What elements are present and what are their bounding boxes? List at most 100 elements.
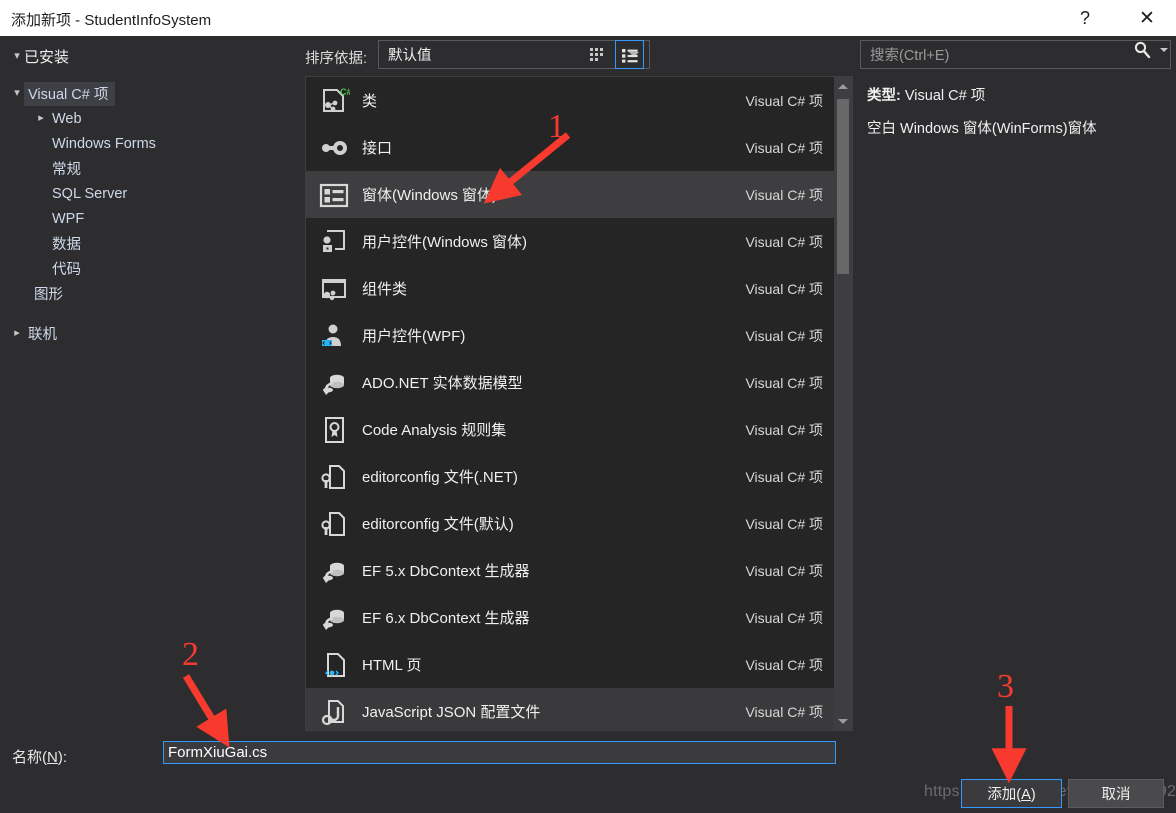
sidebar-item-wpf[interactable]: WPF [52, 206, 84, 231]
help-button[interactable]: ? [1062, 0, 1108, 36]
usercontrol-wpf-icon [306, 312, 362, 359]
list-item-name: EF 6.x DbContext 生成器 [362, 610, 530, 627]
sidebar-item-windows-forms[interactable]: Windows Forms [52, 131, 156, 156]
list-item-kind: Visual C# 项 [745, 280, 823, 297]
close-icon: ✕ [1139, 7, 1155, 29]
list-item-kind: Visual C# 项 [745, 468, 823, 485]
list-item[interactable]: 接口 Visual C# 项 [306, 124, 835, 171]
grid-view-toggle[interactable] [583, 40, 612, 69]
chevron-down-icon [10, 88, 24, 99]
grid-view-icon [590, 47, 603, 61]
list-item-selected[interactable]: 窗体(Windows 窗体) Visual C# 项 [306, 171, 835, 218]
list-item-name: 用户控件(WPF) [362, 328, 466, 345]
ruleset-icon [306, 406, 362, 453]
sidebar-item-general[interactable]: 常规 [52, 156, 81, 181]
search-input[interactable]: 搜索(Ctrl+E) [860, 40, 1171, 69]
winform-icon [306, 171, 362, 218]
list-item[interactable]: ADO.NET 实体数据模型 Visual C# 项 [306, 359, 835, 406]
sidebar-item-online[interactable]: 联机 [10, 321, 57, 346]
add-button[interactable]: 添加(A) [961, 779, 1062, 808]
tree-header-installed[interactable]: 已安装 [10, 44, 69, 69]
sort-toolbar: 排序依据: 默认值 [300, 36, 855, 76]
question-mark-icon: ? [1079, 7, 1090, 28]
name-input-value: FormXiuGai.cs [168, 744, 268, 761]
add-label-post: ) [1030, 787, 1036, 803]
add-new-item-dialog: 添加新项 - StudentInfoSystem ? ✕ 已安装 Visual … [0, 0, 1176, 813]
sidebar-item-sql-server[interactable]: SQL Server [52, 181, 127, 206]
list-item[interactable]: editorconfig 文件(默认) Visual C# 项 [306, 500, 835, 547]
close-button[interactable]: ✕ [1124, 0, 1170, 36]
list-item-kind: Visual C# 项 [745, 562, 823, 579]
list-item[interactable]: C# 类 Visual C# 项 [306, 77, 835, 124]
scroll-down-button[interactable] [834, 712, 852, 730]
sidebar-item-label: SQL Server [52, 185, 128, 202]
component-class-icon [306, 265, 362, 312]
list-item[interactable]: 用户控件(Windows 窗体) Visual C# 项 [306, 218, 835, 265]
cancel-button[interactable]: 取消 [1068, 779, 1164, 808]
html-page-icon [306, 641, 362, 688]
triangle-up-icon [838, 83, 848, 89]
name-label-accesskey: N [47, 749, 58, 766]
name-label-pre: 名称( [12, 749, 47, 766]
templates-panel: 排序依据: 默认值 C 类 Visual C# 项 接口 Visual C# 项… [300, 36, 855, 737]
name-input[interactable]: FormXiuGai.cs [163, 741, 836, 764]
usercontrol-winforms-icon [306, 218, 362, 265]
sidebar-item-label: Windows Forms [52, 135, 156, 152]
list-item-name: 组件类 [362, 281, 408, 298]
chevron-down-icon[interactable] [1160, 48, 1168, 52]
sidebar-item-label: 常规 [52, 162, 81, 178]
detail-description: 空白 Windows 窗体(WinForms)窗体 [867, 121, 1097, 137]
triangle-down-icon [838, 718, 848, 724]
list-item-name: 用户控件(Windows 窗体) [362, 234, 528, 251]
list-item[interactable]: Code Analysis 规则集 Visual C# 项 [306, 406, 835, 453]
ef-dbcontext-icon [306, 547, 362, 594]
list-item[interactable]: EF 5.x DbContext 生成器 Visual C# 项 [306, 547, 835, 594]
list-item[interactable]: 用户控件(WPF) Visual C# 项 [306, 312, 835, 359]
list-item-hovered[interactable]: JavaScript JSON 配置文件 Visual C# 项 [306, 688, 835, 730]
list-item-kind: Visual C# 项 [745, 139, 823, 156]
editorconfig-icon [306, 453, 362, 500]
cancel-button-label: 取消 [1101, 787, 1131, 803]
sidebar-item-label: WPF [52, 210, 85, 227]
list-item-name: 窗体(Windows 窗体) [362, 187, 498, 204]
list-item-kind: Visual C# 项 [745, 656, 823, 673]
list-view-icon [621, 48, 638, 63]
list-item-name: HTML 页 [362, 657, 422, 674]
list-item-kind: Visual C# 项 [745, 421, 823, 438]
list-item-name: editorconfig 文件(默认) [362, 516, 514, 533]
sidebar-item-data[interactable]: 数据 [52, 231, 81, 256]
detail-type-value: Visual C# 项 [904, 88, 986, 104]
chevron-down-icon [10, 51, 24, 62]
list-item[interactable]: editorconfig 文件(.NET) Visual C# 项 [306, 453, 835, 500]
sidebar-item-graphics[interactable]: 图形 [34, 281, 63, 306]
list-item-name: ADO.NET 实体数据模型 [362, 375, 523, 392]
name-label-post: ): [57, 749, 68, 766]
svg-text:C#: C# [340, 87, 350, 97]
list-item[interactable]: HTML 页 Visual C# 项 [306, 641, 835, 688]
search-icon[interactable] [1132, 40, 1152, 60]
sidebar-item-label: Web [52, 110, 82, 127]
add-label-accesskey: A [1021, 787, 1031, 803]
sidebar-item-label: 联机 [28, 327, 57, 343]
list-item-name: JavaScript JSON 配置文件 [362, 704, 541, 721]
list-item[interactable]: 组件类 Visual C# 项 [306, 265, 835, 312]
list-item-kind: Visual C# 项 [745, 703, 823, 720]
list-item[interactable]: EF 6.x DbContext 生成器 Visual C# 项 [306, 594, 835, 641]
template-list[interactable]: C# 类 Visual C# 项 [305, 76, 853, 731]
scrollbar-thumb[interactable] [837, 99, 849, 274]
sidebar-item-code[interactable]: 代码 [52, 256, 81, 281]
list-item-kind: Visual C# 项 [745, 374, 823, 391]
sidebar-item-visual-csharp[interactable]: Visual C# 项 [10, 81, 116, 106]
sort-by-value: 默认值 [388, 48, 432, 64]
list-view-toggle[interactable] [615, 40, 644, 69]
search-placeholder: 搜索(Ctrl+E) [870, 48, 950, 64]
scroll-up-button[interactable] [834, 77, 852, 95]
list-item-kind: Visual C# 项 [745, 609, 823, 626]
list-item-kind: Visual C# 项 [745, 327, 823, 344]
template-list-scrollbar[interactable] [834, 77, 852, 730]
list-item-name: EF 5.x DbContext 生成器 [362, 563, 530, 580]
sidebar-item-label: 图形 [34, 287, 63, 303]
sidebar-item-web[interactable]: Web [34, 106, 82, 131]
list-item-kind: Visual C# 项 [745, 233, 823, 250]
annotation-number-1: 1 [548, 108, 565, 145]
